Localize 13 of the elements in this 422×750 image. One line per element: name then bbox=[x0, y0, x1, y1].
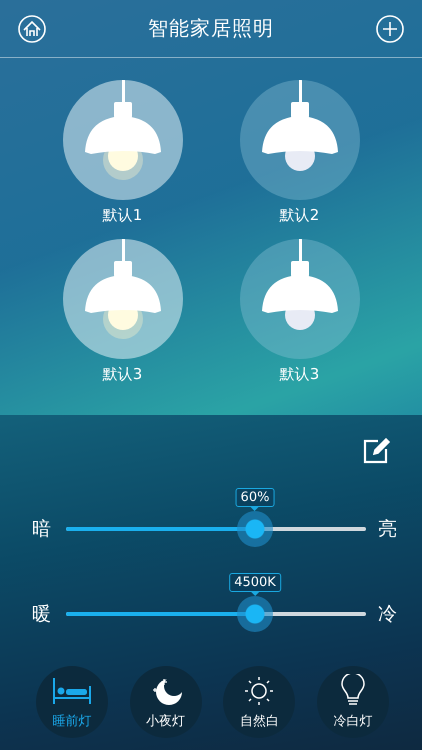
mode-button[interactable]: 睡前灯 bbox=[36, 666, 108, 738]
slider-max-label: 亮 bbox=[378, 517, 398, 542]
lamp-label: 默认3 bbox=[280, 365, 320, 384]
lamp-label: 默认3 bbox=[102, 365, 142, 384]
slider-max-label: 冷 bbox=[378, 602, 398, 627]
lamp-label: 默认2 bbox=[280, 206, 320, 225]
slider-min-label: 暗 bbox=[32, 517, 52, 542]
mode-button[interactable]: 小夜灯 bbox=[130, 666, 202, 738]
lamp-label: 默认1 bbox=[102, 206, 142, 225]
slider-min-label: 暖 bbox=[32, 602, 52, 627]
mode-button[interactable]: 冷白灯 bbox=[316, 666, 389, 738]
mode-button[interactable]: 自然白 bbox=[223, 666, 296, 738]
app-title: 智能家居照明 bbox=[148, 15, 274, 42]
